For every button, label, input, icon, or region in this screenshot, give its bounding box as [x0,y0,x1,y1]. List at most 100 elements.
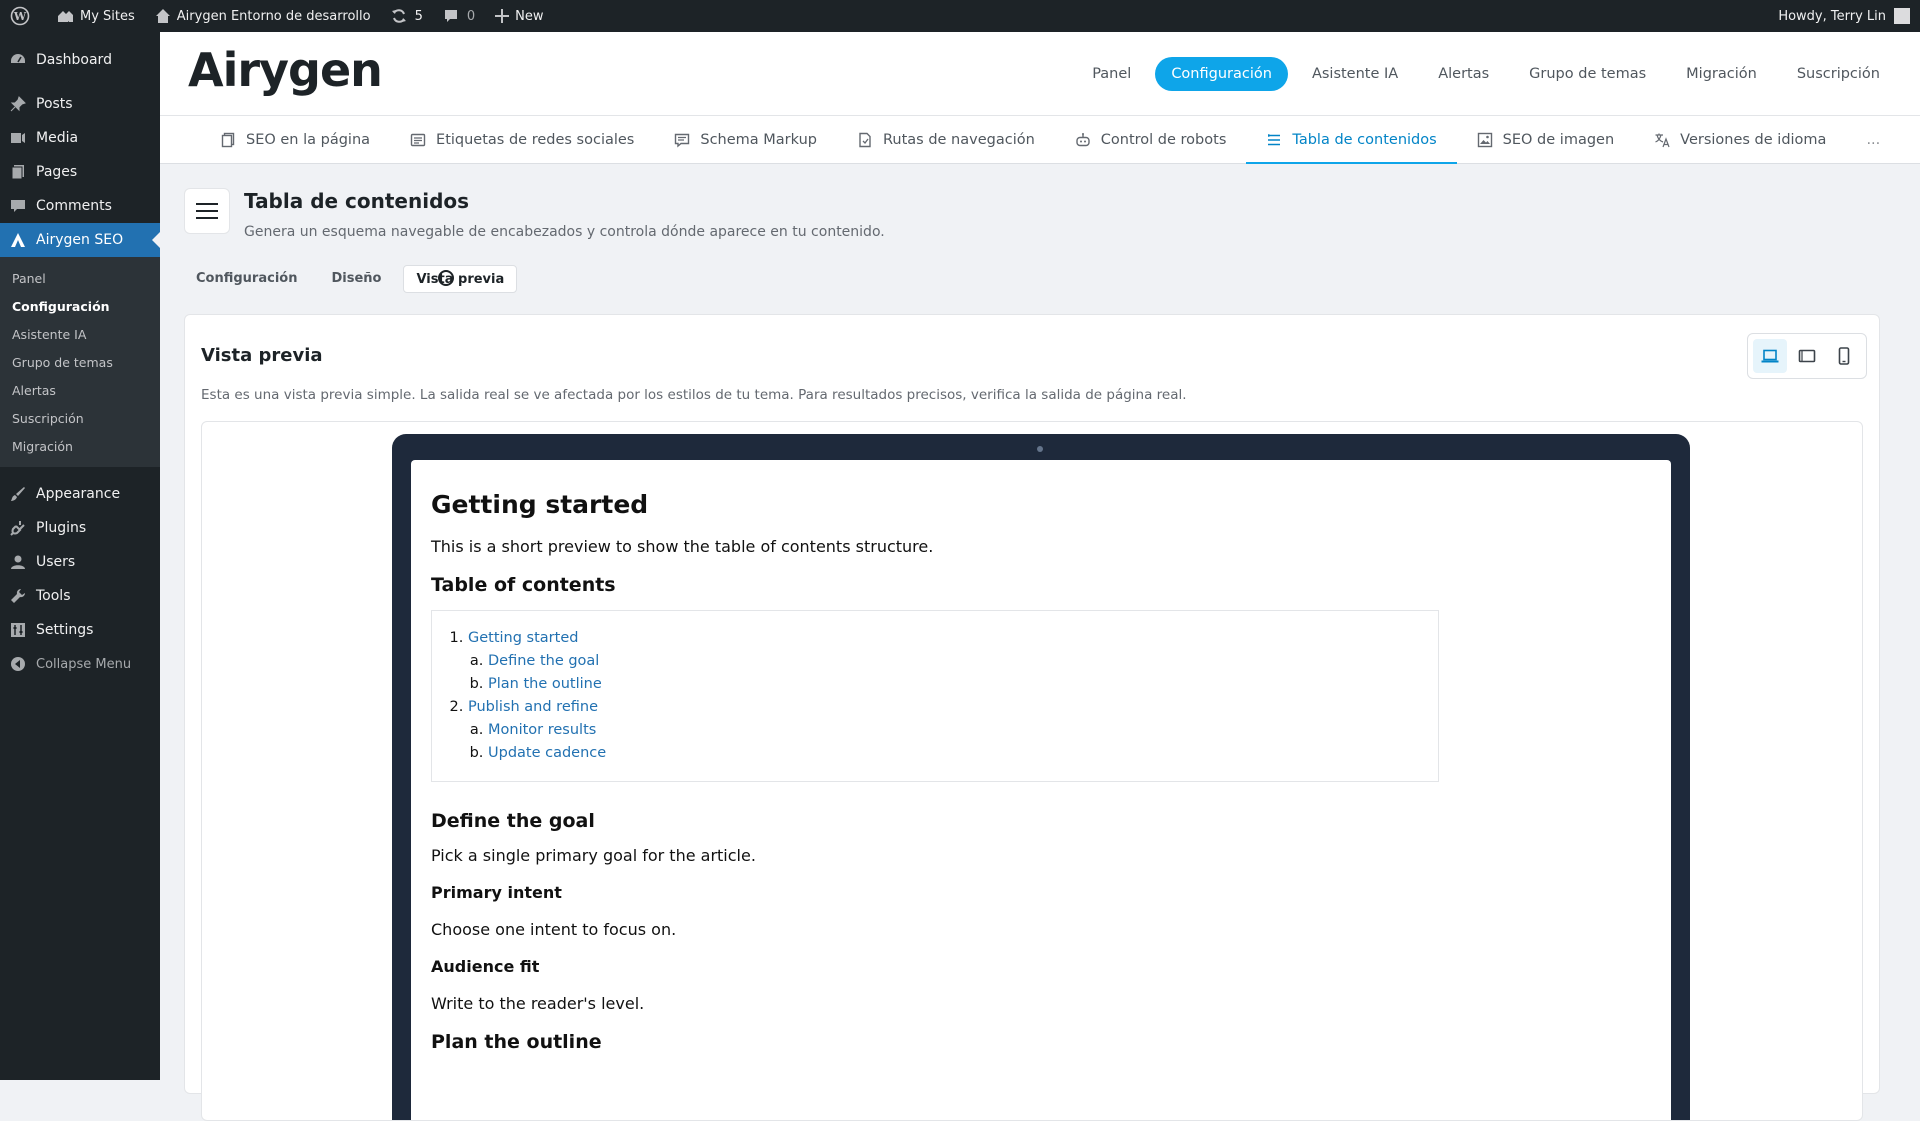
tab-label: Tabla de contenidos [1292,131,1437,148]
plugin-header: Airygen Panel Configuración Asistente IA… [160,32,1920,116]
toc-subitem: Plan the outline [488,673,1420,696]
topnav-asistente-ia[interactable]: Asistente IA [1292,57,1418,91]
toc-link[interactable]: Publish and refine [468,699,598,715]
wrench-icon [10,588,26,604]
preview-audience-text: Write to the reader's level. [431,994,645,1013]
toc-link[interactable]: Monitor results [488,722,596,738]
collapse-menu-button[interactable]: Collapse Menu [0,647,160,681]
tablet-view-button[interactable] [1790,339,1824,373]
submenu-item-suscripcion[interactable]: Suscripción [0,405,160,433]
submenu-item-grupo-de-temas[interactable]: Grupo de temas [0,349,160,377]
airygen-logo[interactable]: Airygen [188,46,383,94]
sidebar-item-posts[interactable]: Posts [0,87,160,121]
sidebar-label-appearance: Appearance [36,486,121,502]
page-copy-icon [221,132,235,147]
schema-icon [675,133,690,147]
desktop-view-button[interactable] [1753,339,1788,373]
toc-item: Publish and refine Monitor results Updat… [468,696,1420,765]
topnav-alertas[interactable]: Alertas [1418,57,1509,91]
pages-icon [10,164,26,180]
preview-heading-goal: Define the goal [431,810,595,832]
section-tab-vista-previa[interactable]: Vista previa [403,265,518,293]
submenu-item-migracion[interactable]: Migración [0,433,160,461]
submenu-item-asistente-ia[interactable]: Asistente IA [0,321,160,349]
toc-link[interactable]: Getting started [468,630,578,646]
section-tab-diseno[interactable]: Diseño [319,265,393,293]
comment-bubble-icon [444,10,457,22]
updates-link[interactable]: 5 [381,0,433,32]
my-sites-icon [58,11,73,22]
paintbrush-icon [10,486,26,502]
preview-intent-text: Choose one intent to focus on. [431,920,677,939]
sidebar-label-pages: Pages [36,164,78,180]
new-content-link[interactable]: New [485,0,553,32]
laptop-camera [1037,446,1043,452]
sidebar-item-appearance[interactable]: Appearance [0,477,160,511]
topnav-suscripcion[interactable]: Suscripción [1777,57,1900,91]
submenu-item-configuracion[interactable]: Configuración [0,293,160,321]
tab-schema-markup[interactable]: Schema Markup [654,116,837,163]
submenu-item-alertas[interactable]: Alertas [0,377,160,405]
topnav-migracion[interactable]: Migración [1666,57,1777,91]
page-title: Tabla de contenidos [244,189,470,213]
preview-screen: Getting started This is a short preview … [411,460,1671,1120]
sidebar-item-users[interactable]: Users [0,545,160,579]
tab-label: Versiones de idioma [1680,131,1827,148]
image-icon [1477,132,1492,147]
mobile-view-button[interactable] [1827,339,1861,373]
sidebar-item-settings[interactable]: Settings [0,613,160,647]
my-sites-link[interactable]: My Sites [46,0,145,32]
comments-link[interactable]: 0 [433,0,485,32]
sidebar-item-plugins[interactable]: Plugins [0,511,160,545]
topnav-configuracion[interactable]: Configuración [1155,57,1288,91]
toc-item: Getting started Define the goal Plan the… [468,627,1420,696]
toc-subitem: Define the goal [488,650,1420,673]
preview-heading-audience: Audience fit [431,957,540,976]
pushpin-icon [10,96,26,112]
tab-versiones-de-idioma[interactable]: Versiones de idioma [1634,116,1846,163]
sidebar-item-dashboard[interactable]: Dashboard [0,43,160,77]
sidebar-label-posts: Posts [36,96,73,112]
site-name-link[interactable]: Airygen Entorno de desarrollo [145,0,381,32]
wordpress-logo-icon[interactable]: W [0,0,46,32]
tab-seo-en-la-pagina[interactable]: SEO en la página [200,116,390,163]
sidebar-label-airygen-seo: Airygen SEO [36,232,124,248]
phone-icon [1838,347,1849,365]
media-icon [10,130,26,146]
tablet-icon [1798,349,1816,363]
topnav-grupo-de-temas[interactable]: Grupo de temas [1509,57,1666,91]
my-sites-label: My Sites [80,8,135,24]
tab-tabla-de-contenidos[interactable]: Tabla de contenidos [1246,116,1457,164]
toc-link[interactable]: Plan the outline [488,676,602,692]
sidebar-item-media[interactable]: Media [0,121,160,155]
card-description: Esta es una vista previa simple. La sali… [201,387,1187,403]
toc-list-icon [184,188,230,234]
tab-label: Etiquetas de redes sociales [436,131,635,148]
toc-subitem: Update cadence [488,742,1420,765]
topnav-panel[interactable]: Panel [1072,57,1151,91]
toc-link[interactable]: Update cadence [488,745,606,761]
tab-label: Control de robots [1100,131,1227,148]
tab-more[interactable]: ... [1846,116,1900,163]
tab-seo-de-imagen[interactable]: SEO de imagen [1457,116,1634,163]
tab-etiquetas-redes-sociales[interactable]: Etiquetas de redes sociales [390,116,654,163]
settings-sliders-icon [10,622,26,638]
svg-text:W: W [13,10,27,23]
preview-frame: Getting started This is a short preview … [201,421,1863,1121]
airygen-logo-icon [10,232,26,248]
updates-icon [391,9,406,23]
sidebar-item-tools[interactable]: Tools [0,579,160,613]
tab-label: SEO de imagen [1502,131,1615,148]
sidebar-item-airygen-seo[interactable]: Airygen SEO [0,223,160,257]
tab-rutas-de-navegacion[interactable]: Rutas de navegación [837,116,1055,163]
submenu-item-panel[interactable]: Panel [0,265,160,293]
section-tab-configuracion[interactable]: Configuración [184,265,309,293]
preview-goal-text: Pick a single primary goal for the artic… [431,846,756,865]
sidebar-item-pages[interactable]: Pages [0,155,160,189]
account-menu[interactable]: Howdy, Terry Lin [1778,8,1920,24]
toc-list: Getting started Define the goal Plan the… [450,627,1420,765]
tab-control-de-robots[interactable]: Control de robots [1055,116,1247,163]
toc-link[interactable]: Define the goal [488,653,599,669]
sidebar-item-comments[interactable]: Comments [0,189,160,223]
comments-icon [10,198,26,214]
